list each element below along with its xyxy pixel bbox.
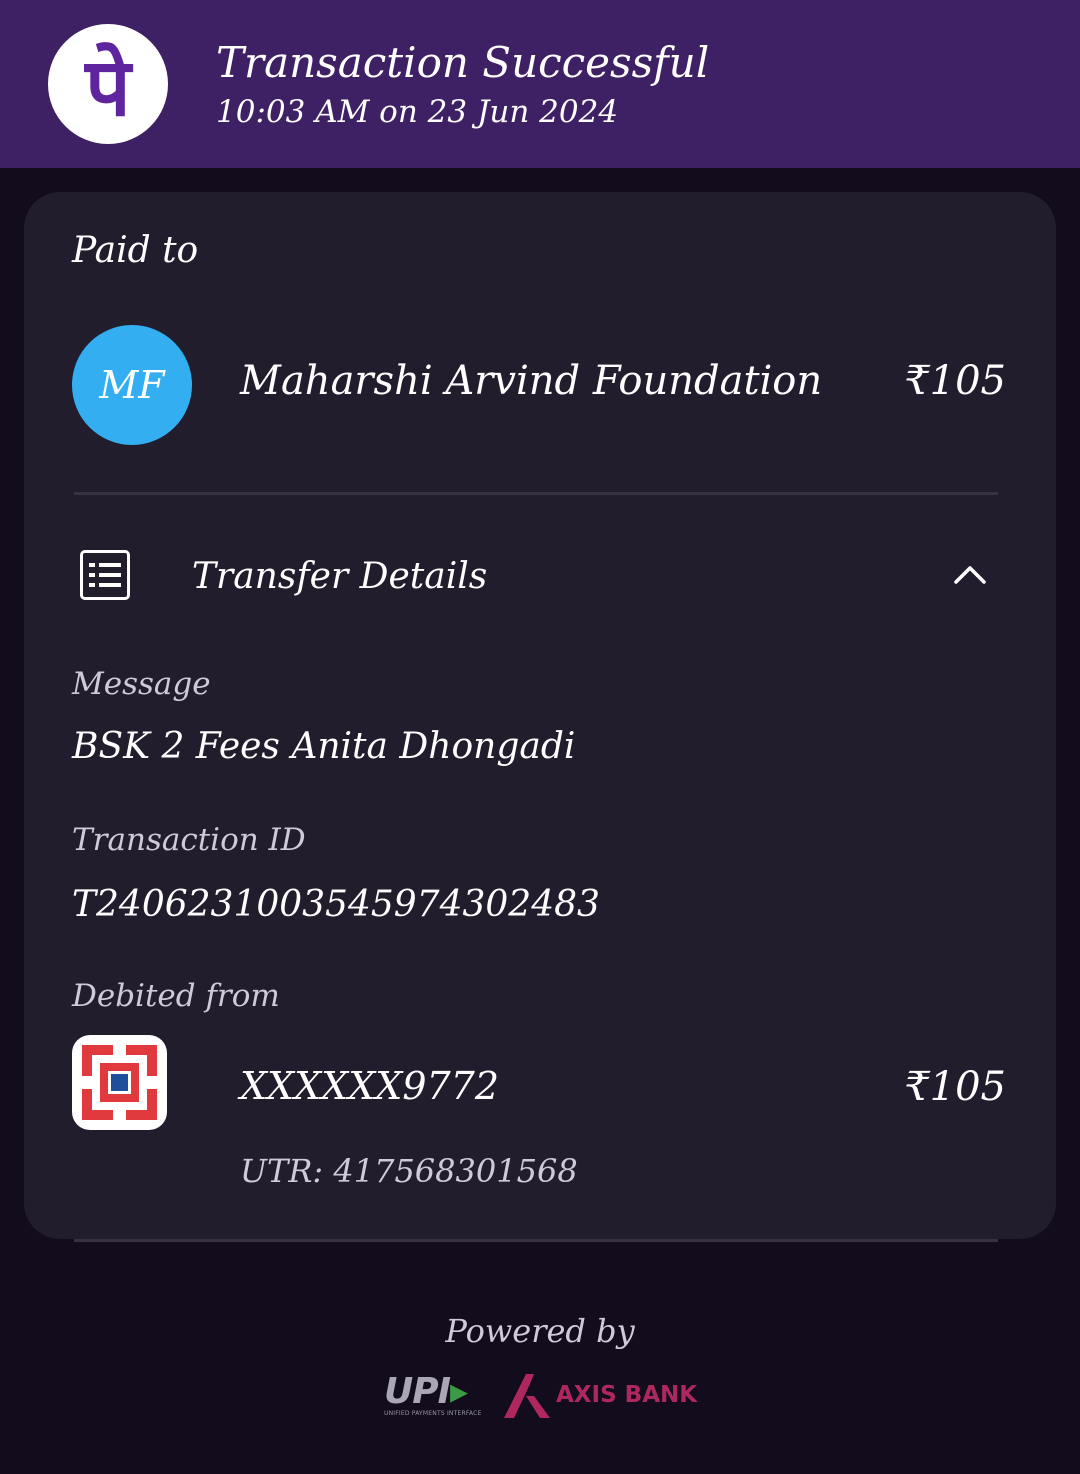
axis-bank-logo-icon: AXIS BANK — [500, 1370, 700, 1420]
message-label: Message — [72, 666, 211, 702]
debited-from-label: Debited from — [72, 978, 280, 1014]
transaction-id-value[interactable]: T2406231003545974302483 — [72, 884, 600, 925]
paid-amount: ₹105 — [904, 358, 1006, 404]
chevron-up-icon[interactable] — [954, 558, 986, 590]
upi-subtitle: UNIFIED PAYMENTS INTERFACE — [384, 1410, 482, 1417]
debited-amount: ₹105 — [904, 1064, 1006, 1110]
transaction-status-title: Transaction Successful — [216, 38, 710, 87]
debit-account-number: XXXXXX9772 — [240, 1064, 500, 1108]
transaction-timestamp: 10:03 AM on 23 Jun 2024 — [216, 94, 619, 130]
transaction-header: पे Transaction Successful 10:03 AM on 23… — [0, 0, 1080, 168]
list-details-icon — [80, 550, 130, 600]
message-value: BSK 2 Fees Anita Dhongadi — [72, 726, 576, 767]
transaction-id-label: Transaction ID — [72, 822, 306, 858]
axis-bank-name: AXIS BANK — [556, 1382, 698, 1408]
paid-to-label: Paid to — [72, 230, 199, 271]
powered-by-label: Powered by — [445, 1312, 635, 1350]
divider — [74, 1239, 998, 1242]
hdfc-bank-icon — [72, 1035, 167, 1130]
payee-avatar: MF — [72, 325, 192, 445]
upi-logo-text: UPI — [384, 1371, 451, 1412]
transfer-details-toggle[interactable]: Transfer Details — [192, 556, 487, 597]
upi-logo-icon: UPI▸ UNIFIED PAYMENTS INTERFACE — [384, 1374, 494, 1418]
utr-number[interactable]: UTR: 417568301568 — [240, 1152, 578, 1190]
divider — [74, 492, 998, 495]
transaction-card: Paid to MF Maharshi Arvind Foundation ₹1… — [24, 192, 1056, 1239]
phonepe-logo-icon: पे — [48, 24, 168, 144]
payee-name[interactable]: Maharshi Arvind Foundation — [240, 358, 822, 404]
